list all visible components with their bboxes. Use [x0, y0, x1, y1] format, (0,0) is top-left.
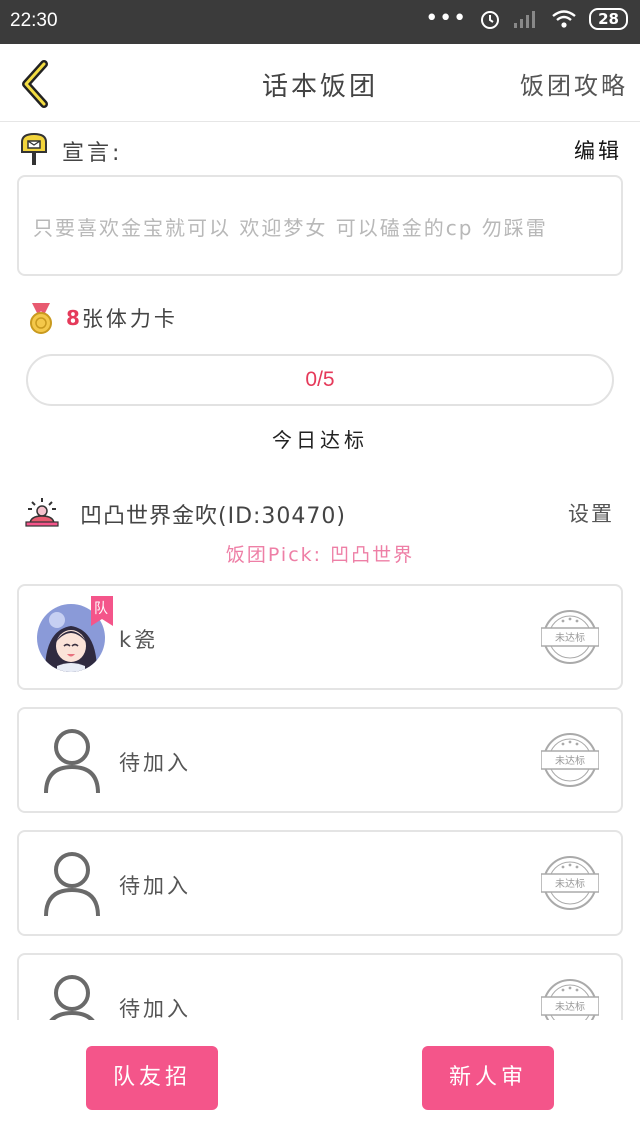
team-name: 凹凸世界金吹(ID:30470) — [80, 504, 346, 529]
settings-button[interactable]: 设置 — [568, 498, 614, 528]
stamp-label: 未达标 — [555, 879, 585, 890]
mailbox-icon — [21, 132, 47, 165]
declaration-label: 宣言: — [62, 141, 123, 166]
team-header: 凹凸世界金吹(ID:30470) 设置 — [24, 494, 616, 530]
wifi-icon — [552, 10, 576, 28]
member-list[interactable]: 队 k瓷 未达标 待加入 未达标 待加入 未达标 待加入 未达标 — [0, 580, 640, 1020]
member-card[interactable]: 待加入 未达标 — [17, 707, 623, 813]
declaration-header: 宣言: 编辑 — [20, 132, 624, 166]
member-name: k瓷 — [119, 628, 159, 652]
nav-bar: 话本饭团 饭团攻略 — [0, 44, 640, 122]
status-bar: 22:30 ••• 28 — [0, 0, 640, 44]
leader-tag: 队 — [91, 596, 113, 626]
declaration-box: 只要喜欢金宝就可以 欢迎梦女 可以磕金的cp 勿踩雷 — [17, 175, 623, 276]
progress-bar: 0/5 — [26, 354, 614, 406]
medal-icon — [30, 303, 52, 334]
leader-tag-label: 队 — [94, 601, 108, 617]
not-reached-stamp: 未达标 — [541, 731, 599, 789]
member-name: 待加入 — [119, 751, 191, 775]
edit-button[interactable]: 编辑 — [574, 135, 622, 165]
status-icons: ••• 28 — [425, 8, 628, 30]
signal-icon — [514, 11, 536, 28]
stamp-label: 未达标 — [555, 756, 585, 767]
guide-link[interactable]: 饭团攻略 — [520, 66, 628, 101]
member-card[interactable]: 队 k瓷 未达标 — [17, 584, 623, 690]
not-reached-stamp: 未达标 — [541, 977, 599, 1020]
member-name: 待加入 — [119, 997, 191, 1020]
stamina-count: 8 — [66, 306, 80, 330]
stamina-label: 张体力卡 — [81, 307, 178, 331]
progress-text: 0/5 — [305, 368, 335, 391]
member-name: 待加入 — [119, 874, 191, 898]
user-placeholder-icon — [44, 852, 100, 917]
status-time: 22:30 — [10, 10, 58, 31]
more-dots-icon: ••• — [425, 6, 468, 31]
not-reached-stamp: 未达标 — [541, 854, 599, 912]
team-icon — [25, 498, 59, 527]
recruit-button[interactable]: 队友招募 — [86, 1046, 218, 1138]
team-pick: 饭团Pick: 凹凸世界 — [225, 544, 415, 566]
stamina-card-row: 8 张体力卡 — [28, 300, 178, 336]
alarm-icon — [481, 11, 500, 29]
battery-icon: 28 — [589, 8, 628, 30]
member-card[interactable]: 待加入 未达标 — [17, 953, 623, 1020]
stamp-label: 未达标 — [555, 633, 585, 644]
user-placeholder-icon — [44, 729, 100, 794]
declaration-text: 只要喜欢金宝就可以 欢迎梦女 可以磕金的cp 勿踩雷 — [33, 216, 548, 240]
bottom-action-bar: 队友招募 新人审批 — [0, 1020, 640, 1138]
member-card[interactable]: 待加入 未达标 — [17, 830, 623, 936]
user-placeholder-icon — [49, 975, 95, 1020]
approve-button[interactable]: 新人审批 — [422, 1046, 554, 1138]
not-reached-stamp: 未达标 — [541, 608, 599, 666]
daily-status: 今日达标 — [272, 428, 368, 452]
stamp-label: 未达标 — [555, 1002, 585, 1013]
